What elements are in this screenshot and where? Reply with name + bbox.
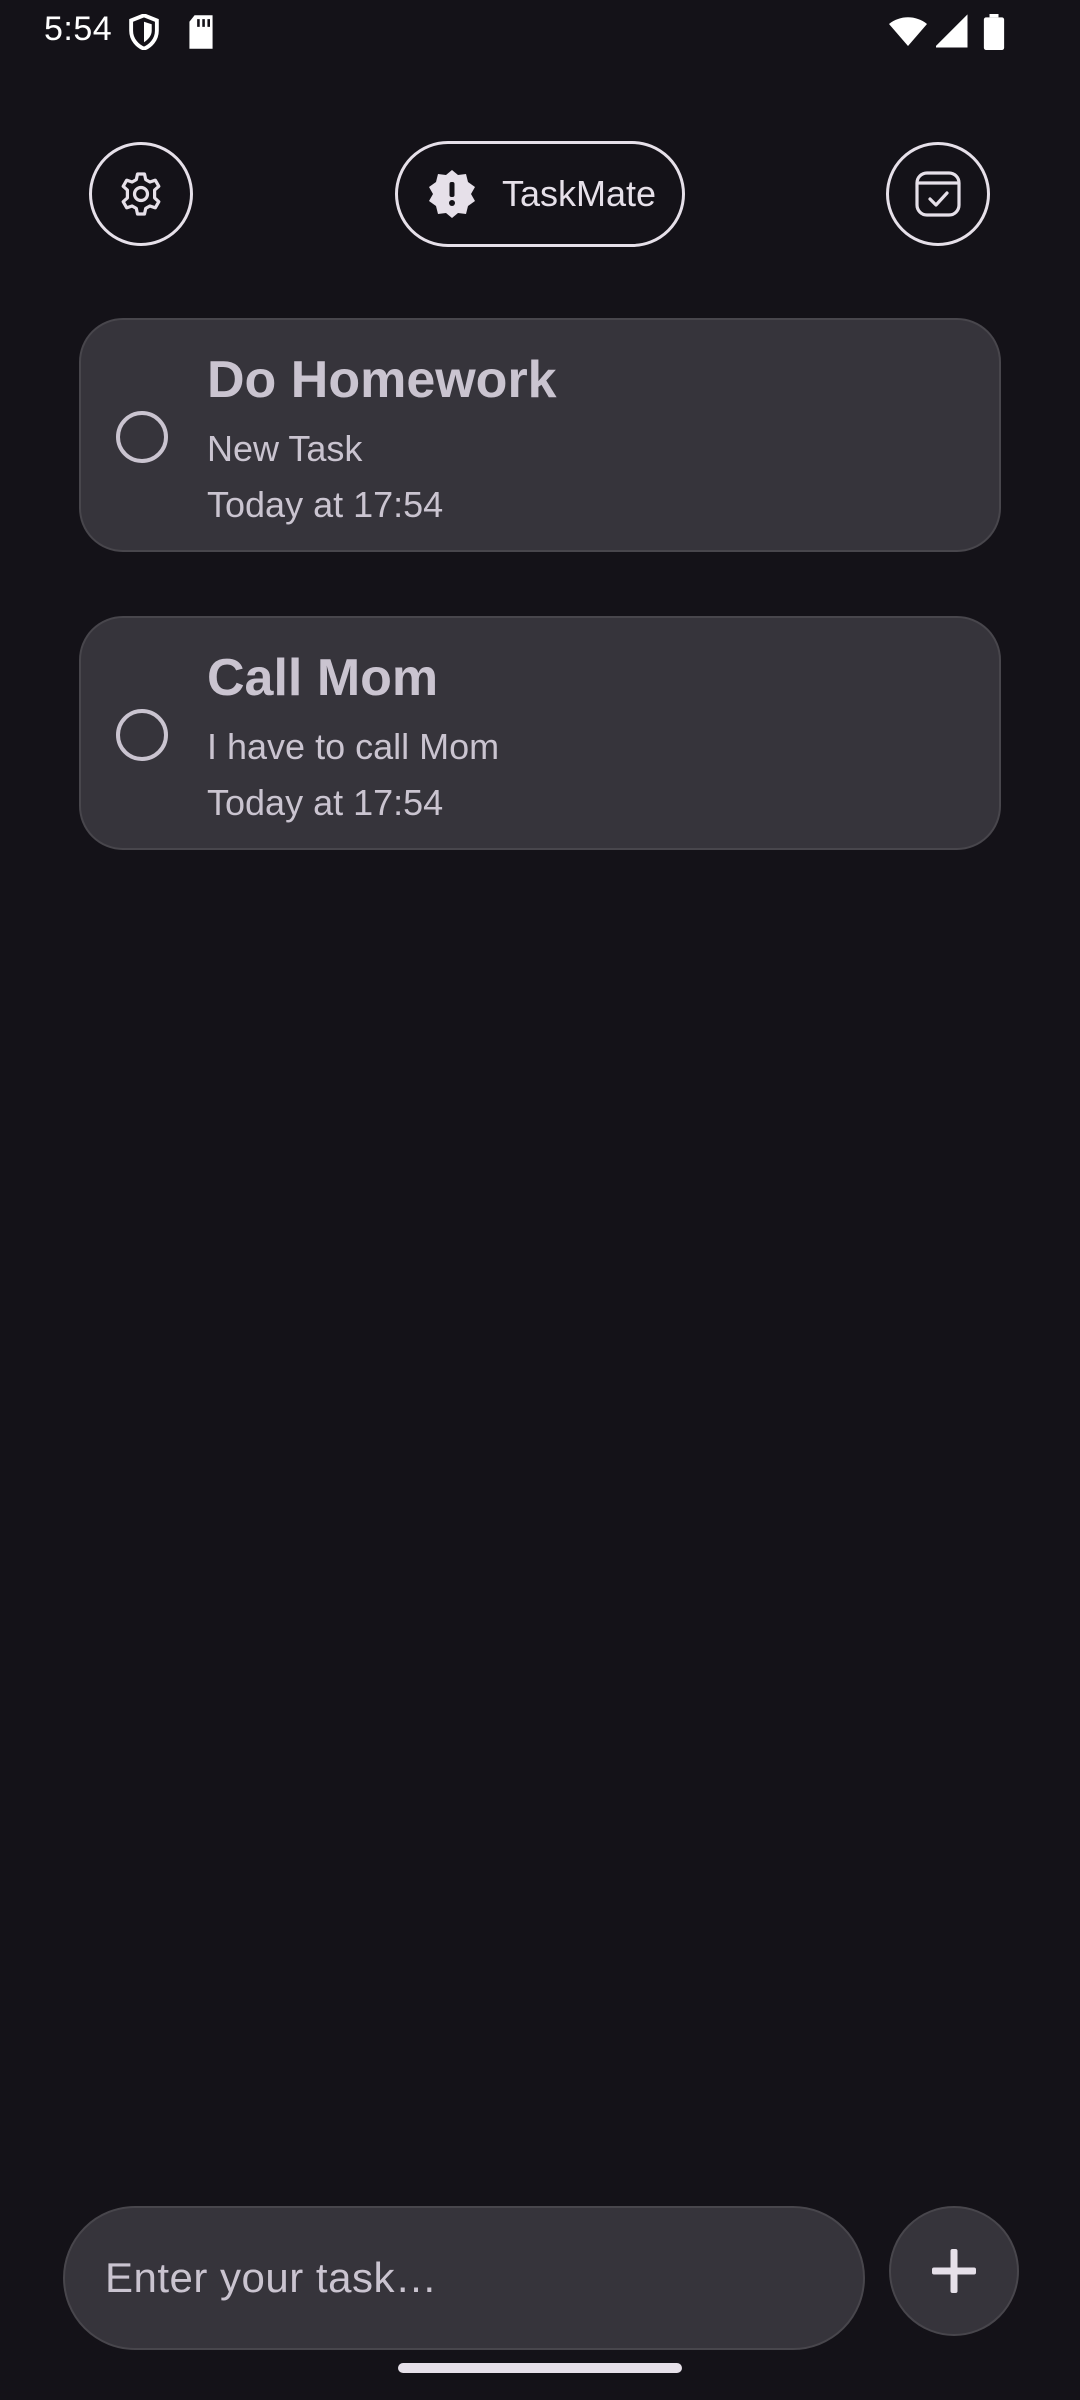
- alert-badge-icon: [429, 170, 475, 218]
- task-time: Today at 17:54: [207, 782, 444, 823]
- task-input[interactable]: [63, 2206, 865, 2350]
- completed-tasks-button[interactable]: [886, 142, 990, 246]
- plus-icon: [932, 2249, 976, 2293]
- task-title: Do Homework: [207, 351, 557, 409]
- task-list: Do Homework New Task Today at 17:54 Call…: [79, 318, 1001, 914]
- app-title-pill[interactable]: TaskMate: [395, 141, 685, 247]
- task-title: Call Mom: [207, 649, 439, 707]
- app-title: TaskMate: [502, 173, 657, 214]
- gear-icon: [121, 172, 161, 216]
- status-time: 5:54: [44, 10, 113, 48]
- shield-icon: [129, 14, 159, 50]
- task-description: New Task: [207, 428, 363, 469]
- wifi-icon: [889, 17, 927, 46]
- status-bar: 5:54: [0, 0, 1080, 62]
- task-card[interactable]: Call Mom I have to call Mom Today at 17:…: [79, 616, 1001, 850]
- settings-button[interactable]: [89, 142, 193, 246]
- task-card[interactable]: Do Homework New Task Today at 17:54: [79, 318, 1001, 552]
- task-complete-checkbox[interactable]: [116, 411, 168, 463]
- app-screen: 5:54 TaskMate Do Homework New Task Today…: [0, 0, 1080, 2400]
- home-indicator[interactable]: [398, 2363, 682, 2373]
- sd-card-icon: [189, 15, 213, 49]
- task-complete-checkbox[interactable]: [116, 709, 168, 761]
- signal-icon: [936, 14, 968, 48]
- task-description: I have to call Mom: [207, 726, 500, 767]
- battery-icon: [983, 14, 1005, 50]
- task-check-icon: [915, 171, 961, 217]
- add-task-button[interactable]: [889, 2206, 1019, 2336]
- task-time: Today at 17:54: [207, 484, 444, 525]
